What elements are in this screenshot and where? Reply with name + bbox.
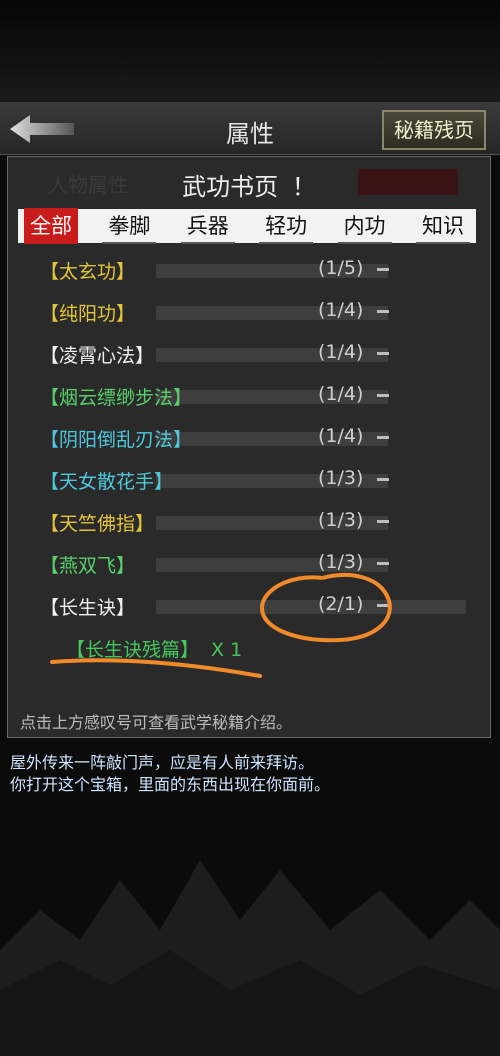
annotation-circle: [259, 573, 392, 643]
annotation-overlay: [50, 573, 392, 678]
mountain-background: [0, 860, 500, 1056]
story-line-2: 你打开这个宝箱，里面的东西出现在你面前。: [10, 775, 331, 794]
story-log: 屋外传来一阵敲门声，应是有人前来拜访。 你打开这个宝箱，里面的东西出现在你面前。: [10, 752, 330, 796]
annotation-underline: [50, 658, 262, 678]
story-line-1: 屋外传来一阵敲门声，应是有人前来拜访。: [10, 753, 315, 772]
